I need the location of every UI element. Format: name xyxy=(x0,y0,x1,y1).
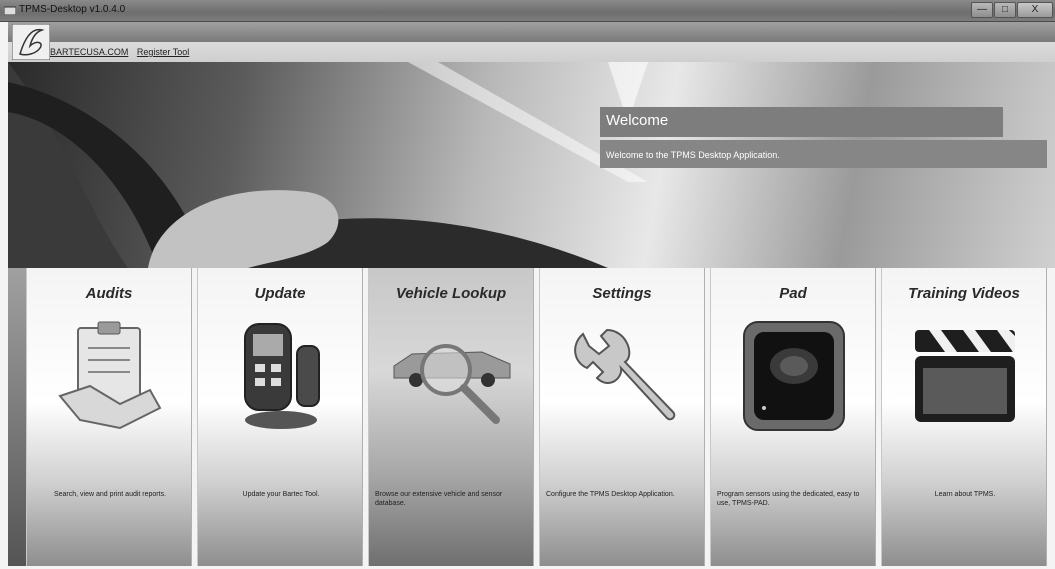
header-stripe xyxy=(8,22,1055,42)
app-icon xyxy=(4,6,16,15)
app-header: BARTECUSA.COM Register Tool xyxy=(8,22,1055,62)
tile-title: Update xyxy=(254,285,306,302)
register-tool-link[interactable]: Register Tool xyxy=(137,47,189,57)
left-edge xyxy=(8,268,26,566)
clapperboard-icon xyxy=(915,330,1015,422)
tile-description: Configure the TPMS Desktop Application. xyxy=(546,491,675,498)
tile-description: Search, view and print audit reports. xyxy=(53,491,167,498)
feature-tiles: Audits Search, view and print audit repo… xyxy=(26,268,1047,566)
welcome-heading: Welcome xyxy=(600,107,1003,137)
bartec-logo xyxy=(12,24,50,60)
hero-banner: Welcome Welcome to the TPMS Desktop Appl… xyxy=(8,62,1055,268)
tile-description: Update your Bartec Tool. xyxy=(242,491,320,498)
tile-update[interactable]: Update Update your Bartec Tool. xyxy=(197,268,363,566)
car-magnifier-icon xyxy=(393,344,511,424)
tile-title: Training Videos xyxy=(908,285,1020,302)
tile-vehicle-lookup[interactable]: Vehicle Lookup Browse our extensive vehi… xyxy=(368,268,534,566)
tile-title: Pad xyxy=(779,285,807,302)
tile-title: Vehicle Lookup xyxy=(395,285,507,302)
tile-audits[interactable]: Audits Search, view and print audit repo… xyxy=(26,268,192,566)
tile-pad[interactable]: Pad Program sensors using the dedicated,… xyxy=(710,268,876,566)
tile-description: Browse our extensive vehicle and sensor … xyxy=(375,491,503,508)
tpms-pad-icon xyxy=(743,321,845,431)
tile-title: Settings xyxy=(592,285,652,302)
tile-training-videos[interactable]: Training Videos Learn about TPMS. xyxy=(881,268,1047,566)
welcome-subtext: Welcome to the TPMS Desktop Application. xyxy=(600,140,1047,168)
tile-title: Audits xyxy=(85,285,133,302)
window-titlebar: TPMS-Desktop v1.0.4.0 — □ X xyxy=(0,0,1055,22)
maximize-button[interactable]: □ xyxy=(994,2,1016,18)
clipboard-handshake-icon xyxy=(58,321,162,430)
minimize-button[interactable]: — xyxy=(971,2,993,18)
tile-settings[interactable]: Settings Configure the TPMS Desktop Appl… xyxy=(539,268,705,566)
bartecusa-link[interactable]: BARTECUSA.COM xyxy=(50,47,128,57)
close-button[interactable]: X xyxy=(1017,2,1053,18)
tile-description: Learn about TPMS. xyxy=(934,491,996,498)
wrench-icon xyxy=(574,328,676,421)
tile-description: Program sensors using the dedicated, eas… xyxy=(717,491,860,508)
header-links: BARTECUSA.COM Register Tool xyxy=(50,47,195,57)
window-title: TPMS-Desktop v1.0.4.0 xyxy=(19,4,126,15)
tpms-tool-icon xyxy=(244,323,320,429)
window-controls: — □ X xyxy=(970,2,1053,19)
